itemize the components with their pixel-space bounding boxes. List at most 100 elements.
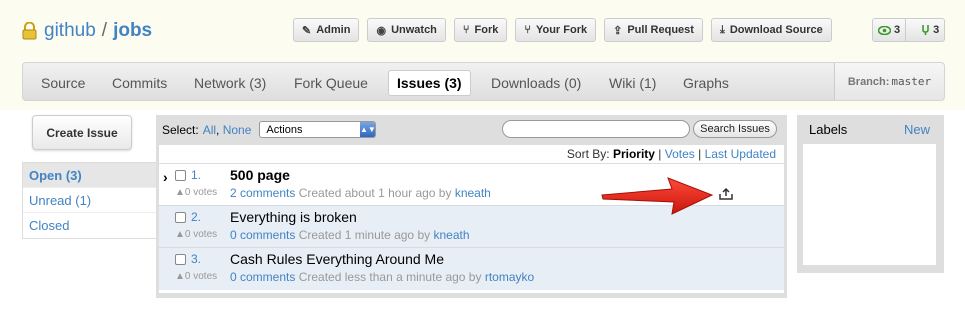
repo-actions: ✎ Admin ◉ Unwatch ⑂ Fork ⑂ Your Fork ⇪ Pull R… (293, 18, 840, 42)
download-source-button-label: Download Source (729, 24, 823, 36)
counter-divider (905, 18, 916, 42)
new-label-link[interactable]: New (904, 122, 930, 137)
issue-checkbox[interactable] (175, 212, 186, 223)
labels-panel: Labels New (797, 115, 944, 273)
tab-network[interactable]: Network (3) (194, 70, 266, 96)
filter-closed[interactable]: Closed (23, 213, 156, 238)
current-row-pointer-icon: › (163, 169, 168, 185)
tab-graphs[interactable]: Graphs (683, 70, 729, 96)
tab-downloads[interactable]: Downloads (0) (491, 70, 581, 96)
tab-fork-queue[interactable]: Fork Queue (294, 70, 368, 96)
unwatch-button-label: Unwatch (391, 24, 437, 36)
repo-separator: / (101, 20, 108, 41)
repo-owner-link[interactable]: github (44, 20, 96, 42)
select-all-link[interactable]: All (203, 123, 216, 137)
labels-heading: Labels (809, 122, 848, 137)
pull-request-button-label: Pull Request (627, 24, 694, 36)
your-fork-button-label: Your Fork (535, 24, 588, 36)
issue-comments-link[interactable]: 0 comments (230, 270, 295, 284)
repo-counters: 3 3 (872, 18, 946, 42)
actions-select[interactable]: Actions ▲▼ (259, 121, 377, 138)
pull-request-icon: ⇪ (613, 24, 623, 37)
repo-name-link[interactable]: jobs (113, 20, 152, 42)
actions-select-value: Actions (266, 123, 303, 136)
issue-meta: 2 comments Created about 1 hour ago by k… (230, 186, 491, 200)
unwatch-button[interactable]: ◉ Unwatch (367, 18, 446, 42)
your-fork-button[interactable]: ⑂ Your Fork (515, 18, 597, 42)
branch-value: master (891, 75, 932, 88)
issue-meta: 0 comments Created less than a minute ag… (230, 270, 534, 284)
watchers-counter[interactable]: 3 (873, 24, 905, 36)
issue-votes[interactable]: ▲0 votes (175, 271, 217, 282)
issue-created-text: Created about 1 hour ago by (298, 186, 452, 200)
repo-title: github / jobs (22, 20, 152, 42)
fork-icon: ⑂ (462, 24, 470, 36)
sort-separator: | (658, 147, 662, 161)
issue-votes-count: 0 votes (184, 271, 218, 282)
select-comma: , (216, 122, 220, 137)
select-toolbar: Select: All, None Actions ▲▼ (162, 121, 377, 138)
issue-author-link[interactable]: rtomayko (485, 270, 534, 284)
issue-filters: Open (3) Unread (1) Closed (22, 162, 156, 239)
issue-number[interactable]: 1. (191, 168, 201, 182)
fork-button[interactable]: ⑂ Fork (453, 18, 508, 42)
annotation-arrow-icon (601, 177, 714, 215)
search-input[interactable] (502, 120, 690, 138)
tab-source[interactable]: Source (41, 70, 85, 96)
admin-button-label: Admin (316, 24, 351, 36)
issue-meta: 0 comments Created 1 minute ago by kneat… (230, 228, 470, 242)
issues-list: Sort By: Priority | Votes | Last Updated… (159, 145, 784, 293)
filter-unread[interactable]: Unread (1) (23, 188, 156, 213)
issue-votes[interactable]: ▲0 votes (175, 187, 217, 198)
branch-selector[interactable]: Branch: master (834, 63, 944, 100)
sort-last-updated-link[interactable]: Last Updated (705, 147, 776, 161)
issue-comments-link[interactable]: 2 comments (230, 186, 295, 200)
eye-icon (878, 25, 891, 35)
issue-created-text: Created 1 minute ago by (298, 228, 431, 242)
pull-request-button[interactable]: ⇪ Pull Request (604, 18, 703, 42)
admin-button[interactable]: ✎ Admin (293, 18, 360, 42)
select-label: Select: (162, 122, 199, 137)
fork-icon (922, 25, 929, 35)
select-none-link[interactable]: None (223, 123, 252, 137)
tab-wiki[interactable]: Wiki (1) (609, 70, 656, 96)
watchers-count: 3 (894, 24, 901, 36)
labels-list (803, 144, 936, 265)
share-icon[interactable] (719, 188, 733, 200)
issue-created-text: Created less than a minute ago by (298, 270, 482, 284)
branch-label: Branch: (847, 75, 890, 88)
issue-checkbox[interactable] (175, 254, 186, 265)
issue-title[interactable]: Cash Rules Everything Around Me (230, 251, 444, 267)
sort-priority[interactable]: Priority (613, 147, 655, 161)
issue-author-link[interactable]: kneath (455, 186, 491, 200)
create-issue-button[interactable]: Create Issue (32, 115, 132, 150)
repo-tabs: Source Commits Network (3) Fork Queue Is… (22, 62, 945, 101)
page-header: github / jobs ✎ Admin ◉ Unwatch ⑂ Fork ⑂ You… (0, 0, 965, 110)
select-arrows-icon: ▲▼ (360, 122, 376, 137)
issue-comments-link[interactable]: 0 comments (230, 228, 295, 242)
sort-votes-link[interactable]: Votes (665, 147, 695, 161)
issue-author-link[interactable]: kneath (433, 228, 469, 242)
wrench-icon: ✎ (302, 24, 312, 37)
tab-commits[interactable]: Commits (112, 70, 167, 96)
eye-icon: ◉ (376, 24, 387, 37)
issue-number[interactable]: 3. (191, 252, 201, 266)
tab-issues[interactable]: Issues (3) (388, 70, 471, 96)
filter-open[interactable]: Open (3) (23, 163, 156, 188)
forks-counter[interactable]: 3 (916, 24, 944, 36)
issue-number[interactable]: 2. (191, 210, 201, 224)
fork-button-label: Fork (474, 24, 499, 36)
forks-count: 3 (933, 24, 940, 36)
sort-label: Sort By: (566, 147, 610, 161)
issue-checkbox[interactable] (175, 170, 186, 181)
fork-icon: ⑂ (524, 24, 531, 36)
download-source-button[interactable]: ⤓ Download Source (710, 18, 832, 42)
download-icon: ⤓ (719, 23, 725, 36)
issue-title[interactable]: Everything is broken (230, 209, 357, 225)
issue-row[interactable]: 3. Cash Rules Everything Around Me ▲0 vo… (159, 248, 784, 290)
sort-bar: Sort By: Priority | Votes | Last Updated (159, 145, 784, 164)
lock-icon (22, 22, 37, 40)
issue-votes[interactable]: ▲0 votes (175, 229, 217, 240)
search-issues-button[interactable]: Search Issues (693, 120, 777, 138)
issue-title[interactable]: 500 page (230, 167, 290, 183)
